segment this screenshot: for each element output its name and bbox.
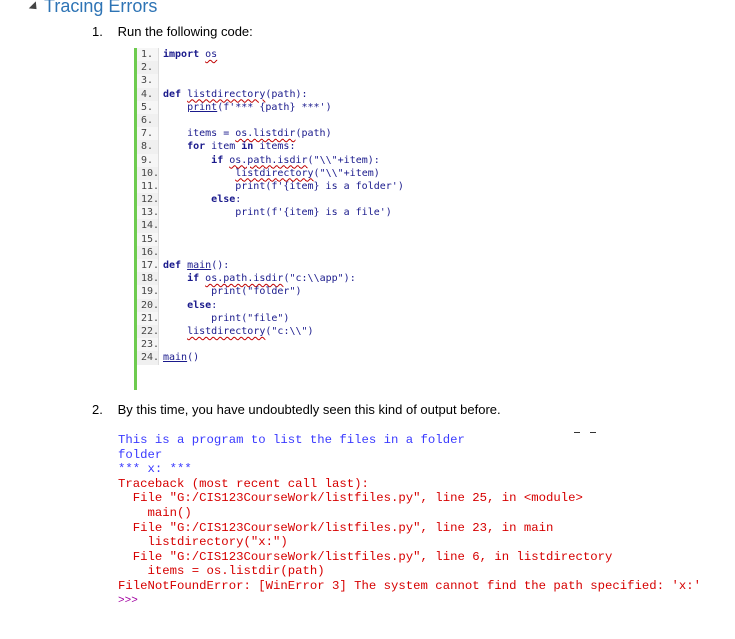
line-number: 12. — [137, 193, 159, 207]
code-line: 19. print("folder") — [137, 285, 435, 299]
output-line: FileNotFoundError: [WinError 3] The syst… — [118, 578, 701, 593]
output-line: File "G:/CIS123CourseWork/listfiles.py",… — [118, 520, 554, 535]
output-line: File "G:/CIS123CourseWork/listfiles.py",… — [118, 549, 613, 564]
line-number: 16. — [137, 245, 159, 260]
code-line: 6. — [137, 113, 435, 128]
output-line: Traceback (most recent call last): — [118, 476, 369, 491]
line-number: 20. — [137, 298, 159, 312]
step-text: By this time, you have undoubtedly seen … — [117, 402, 501, 417]
code-line: 3. — [137, 74, 435, 88]
code-text: print(f'{item} is a folder') — [163, 180, 404, 192]
code-line: 10. listdirectory("\\"+item) — [137, 166, 435, 180]
step-text: Run the following code: — [117, 24, 253, 39]
line-number: 24. — [137, 351, 159, 365]
step-1: 1. Run the following code: — [92, 24, 253, 39]
output-line: main() — [118, 505, 192, 520]
code-line: 5. print(f'*** {path} ***') — [137, 100, 435, 114]
code-line: 16. — [137, 245, 435, 260]
line-number: 14. — [137, 219, 159, 233]
code-text: print("file") — [163, 312, 290, 324]
code-text: def listdirectory(path): — [163, 88, 308, 100]
step-number: 1. — [92, 24, 103, 39]
code-line: 18. if os.path.isdir("c:\\app"): — [137, 272, 435, 286]
code-text: print(f'{item} is a file') — [163, 207, 392, 219]
code-line: 24. main() — [137, 351, 435, 365]
code-line: 22. listdirectory("c:\\") — [137, 324, 435, 339]
code-text: else: — [187, 299, 218, 311]
line-number: 2. — [137, 61, 159, 75]
code-text: main() — [163, 352, 200, 364]
code-text: items = os.listdir(path) — [163, 128, 332, 140]
line-number: 9. — [137, 153, 159, 167]
step-2: 2. By this time, you have undoubtedly se… — [92, 402, 501, 417]
code-line: 15. — [137, 232, 435, 246]
line-number: 23. — [137, 338, 159, 352]
code-text: if os.path.isdir("\\"+item): — [211, 154, 380, 166]
code-text: print("folder") — [163, 286, 302, 298]
heading-text: Tracing Errors — [44, 0, 158, 16]
output-line: folder — [118, 447, 163, 462]
code-listing: 1. import os 2. 3. 4. def listdirectory(path)… — [134, 48, 435, 390]
code-line: 8. for item in items: — [137, 140, 435, 154]
code-line: 13. print(f'{item} is a file') — [137, 206, 435, 220]
code-line: 17. def main(): — [137, 259, 435, 273]
line-number: 3. — [137, 74, 159, 88]
code-text: print(f'*** {path} ***') — [187, 101, 332, 113]
code-line: 7. items = os.listdir(path) — [137, 127, 435, 141]
line-number: 1. — [137, 48, 159, 62]
line-number: 18. — [137, 272, 159, 286]
line-number: 17. — [137, 259, 159, 273]
line-number: 11. — [137, 179, 159, 194]
code-text: else: — [211, 194, 242, 206]
output-line: listdirectory("x:") — [118, 535, 288, 550]
output-line: >>> — [118, 594, 138, 607]
line-number: 6. — [137, 113, 159, 128]
code-text: listdirectory("c:\\") — [187, 325, 314, 337]
step-number: 2. — [92, 402, 103, 417]
line-number: 21. — [137, 311, 159, 325]
console-output: This is a program to list the files in a… — [118, 433, 730, 639]
code-line: 1. import os — [137, 48, 435, 62]
line-number: 13. — [137, 206, 159, 220]
code-line: 14. — [137, 219, 435, 233]
code-line: 4. def listdirectory(path): — [137, 87, 435, 101]
line-number: 15. — [137, 232, 159, 246]
code-line: 23. — [137, 338, 435, 352]
output-line: *** x: *** — [118, 462, 192, 477]
line-number: 7. — [137, 127, 159, 141]
code-line: 11. print(f'{item} is a folder') — [137, 179, 435, 194]
output-line: items = os.listdir(path) — [118, 564, 325, 579]
line-number: 8. — [137, 140, 159, 154]
code-line: 21. print("file") — [137, 311, 435, 325]
code-text: listdirectory("\\"+item) — [235, 167, 380, 179]
code-text: def main(): — [163, 260, 230, 271]
line-number: 19. — [137, 285, 159, 299]
code-line: 12. else: — [137, 193, 435, 207]
line-number: 22. — [137, 324, 159, 339]
code-text: import os — [163, 49, 218, 60]
code-text: for item in items: — [187, 141, 296, 153]
line-number: 4. — [137, 87, 159, 101]
section-heading[interactable]: Tracing Errors — [28, 0, 157, 17]
code-line: 2. — [137, 61, 435, 75]
collapse-triangle-icon[interactable] — [28, 0, 41, 13]
line-number: 5. — [137, 100, 159, 114]
code-text: if os.path.isdir("c:\\app"): — [187, 273, 356, 285]
output-line: This is a program to list the files in a… — [118, 433, 465, 447]
output-line: File "G:/CIS123CourseWork/listfiles.py",… — [118, 491, 583, 506]
code-line: 20. else: — [137, 298, 435, 312]
line-number: 10. — [137, 166, 159, 180]
code-line: 9. if os.path.isdir("\\"+item): — [137, 153, 435, 167]
